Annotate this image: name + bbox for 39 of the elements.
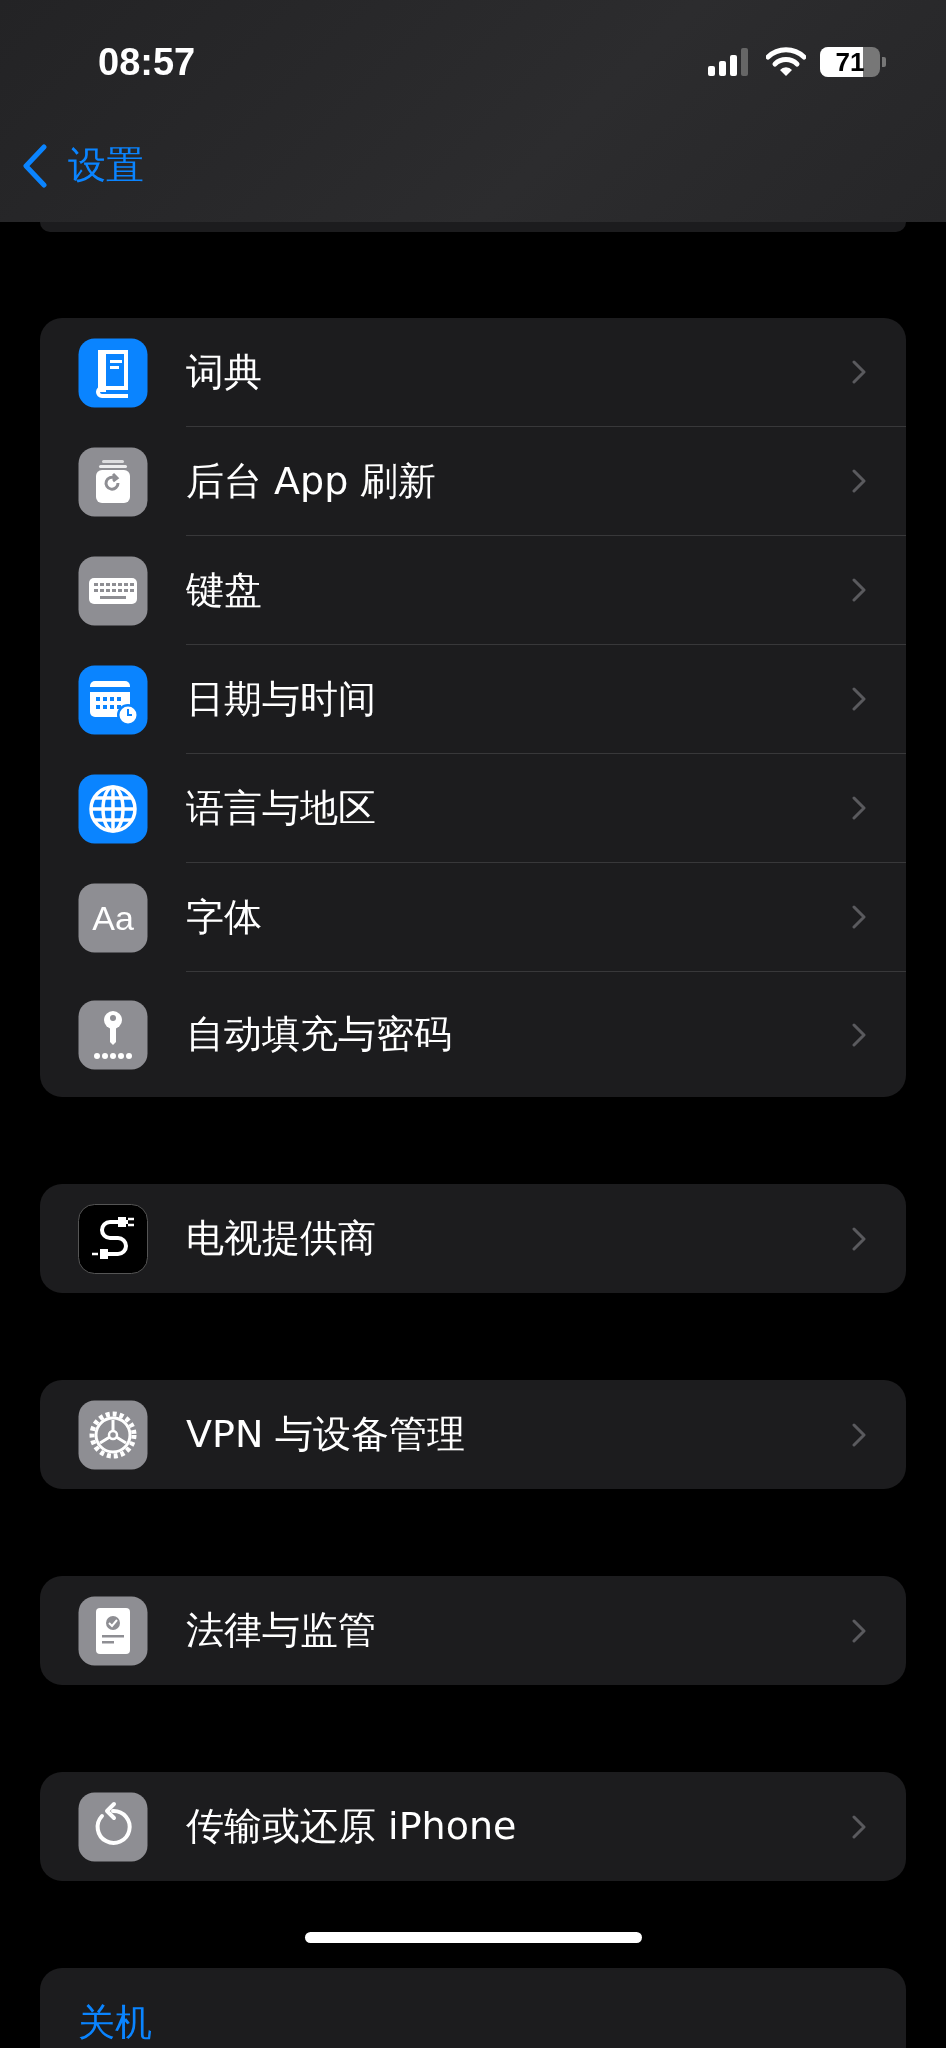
settings-row[interactable]: 日期与时间 xyxy=(40,645,906,754)
row-label: 语言与地区 xyxy=(186,784,376,832)
row-label: 法律与监管 xyxy=(186,1607,376,1654)
settings-row[interactable]: 法律与监管 xyxy=(40,1576,906,1685)
chevron-icon xyxy=(852,1226,866,1251)
row-label: 传输或还原 iPhone xyxy=(186,1803,517,1850)
row-label: 字体 xyxy=(186,893,262,941)
settings-row[interactable]: Aa 字体 xyxy=(40,863,906,972)
row-label: 自动填充与密码 xyxy=(186,1011,452,1058)
wifi-icon xyxy=(766,47,806,77)
chevron-icon xyxy=(852,1618,866,1643)
shutdown-button[interactable]: 关机 xyxy=(40,1968,906,2048)
settings-row[interactable]: 词典 xyxy=(40,318,906,427)
row-label: 电视提供商 xyxy=(186,1215,376,1262)
chevron-icon xyxy=(852,905,866,929)
settings-row[interactable]: VPN 与设备管理 xyxy=(40,1380,906,1489)
settings-row[interactable]: 后台 App 刷新 xyxy=(40,427,906,536)
settings-row[interactable]: 自动填充与密码 xyxy=(40,972,906,1097)
row-label: 后台 App 刷新 xyxy=(186,457,437,505)
row-label: 词典 xyxy=(186,348,262,396)
chevron-icon xyxy=(852,578,866,602)
chevron-icon xyxy=(852,796,866,820)
chevron-icon xyxy=(852,687,866,711)
row-label: 日期与时间 xyxy=(186,675,376,723)
settings-row[interactable]: 电视提供商 xyxy=(40,1184,906,1293)
chevron-icon xyxy=(852,1022,866,1047)
chevron-icon xyxy=(852,469,866,493)
chevron-icon xyxy=(852,1814,866,1839)
font-icon: Aa xyxy=(78,882,148,953)
settings-row[interactable]: 传输或还原 iPhone xyxy=(40,1772,906,1881)
row-label: VPN 与设备管理 xyxy=(186,1411,466,1458)
settings-row[interactable]: 键盘 xyxy=(40,536,906,645)
chevron-icon xyxy=(852,1422,866,1447)
chevron-icon xyxy=(852,360,866,384)
status-time: 08:57 xyxy=(98,40,196,84)
settings-row[interactable]: 语言与地区 xyxy=(40,754,906,863)
row-label: 键盘 xyxy=(186,566,262,614)
back-chevron-icon xyxy=(22,143,48,188)
back-button[interactable]: 设置 xyxy=(22,140,144,191)
